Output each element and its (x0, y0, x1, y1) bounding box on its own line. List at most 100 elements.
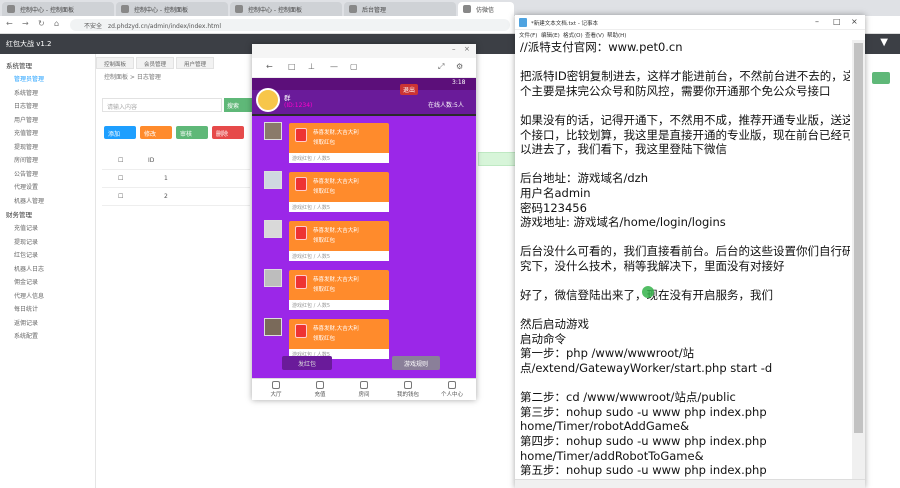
notepad-text-area[interactable]: //派特支付官网：www.pet0.cn 把派特ID密钥复制进去，这样才能进前台，… (520, 40, 850, 480)
admin-tab[interactable]: 会员管理 (136, 57, 174, 69)
search-input[interactable]: 请输入内容 (102, 98, 222, 112)
close-icon[interactable]: × (851, 17, 858, 26)
text-line: 启动命令 (520, 331, 566, 346)
phone-nav-tab[interactable]: 我的钱包 (388, 381, 428, 398)
sidebar-item[interactable]: 提现记录 (14, 237, 38, 246)
sidebar-item[interactable]: 每日统计 (14, 304, 38, 313)
sidebar-item[interactable]: 代理人信息 (14, 291, 44, 300)
menu-help[interactable]: 帮助(H) (607, 31, 626, 39)
phone-nav-tab[interactable]: 房间 (344, 381, 384, 398)
sidebar-item[interactable]: 公告管理 (14, 169, 38, 178)
red-packet-title: 恭喜发财,大吉大利 (313, 179, 359, 185)
sidebar-item[interactable]: 返佣记录 (14, 318, 38, 327)
add-button[interactable]: 添加 (104, 126, 136, 139)
right-action-button[interactable] (872, 72, 890, 84)
text-line: 用户名admin (520, 185, 591, 200)
browser-tab[interactable]: 控制中心 - 控制面板 (230, 2, 342, 16)
online-count: 在线人数:5人 (428, 102, 464, 109)
send-redpacket-button[interactable]: 发红包 (282, 356, 332, 370)
sidebar-item[interactable]: 日志管理 (14, 101, 38, 110)
sidebar-item[interactable]: 机器人管理 (14, 196, 44, 205)
red-envelope-icon (295, 324, 307, 338)
reload-icon[interactable]: ↻ (38, 19, 45, 28)
forward-icon[interactable]: → (22, 19, 29, 28)
exit-button[interactable]: 退出 (400, 84, 419, 95)
sidebar-item[interactable]: 用户管理 (14, 115, 38, 124)
menu-view[interactable]: 查看(V) (585, 31, 604, 39)
delete-button[interactable]: 删除 (212, 126, 244, 139)
red-packet-title: 恭喜发财,大吉大利 (313, 277, 359, 283)
menu-toggle-icon[interactable]: ▼ (880, 37, 888, 48)
browser-tab-active[interactable]: 仿微信 (458, 2, 514, 16)
tab-favicon-icon (121, 5, 129, 13)
text-line: 后台没什么可看的，我们直接看前台。后台的这些设置你们自行研 (520, 244, 850, 259)
sidebar-item[interactable]: 佣金记录 (14, 277, 38, 286)
sidebar-item[interactable]: 代理设置 (14, 182, 38, 191)
text-line: 后台地址：游戏域名/dzh (520, 171, 648, 186)
minimize-icon[interactable]: – (452, 45, 456, 53)
sidebar-item[interactable]: 机器人日志 (14, 264, 44, 273)
close-icon[interactable]: × (464, 45, 470, 53)
red-packet-message[interactable]: 恭喜发财,大吉大利 领取红包 游戏红包 / 人数5 (289, 123, 389, 163)
security-label: 不安全 (84, 23, 103, 30)
sidebar-item[interactable]: 房间管理 (14, 155, 38, 164)
browser-tab[interactable]: 控制中心 - 控制面板 (2, 2, 114, 16)
sidebar-item[interactable]: 管理员管理 (14, 74, 44, 83)
text-line: 究下，没什么技术，稍等我解决下，里面没有对接好 (520, 258, 785, 273)
menu-edit[interactable]: 编辑(E) (541, 31, 560, 39)
audit-button[interactable]: 审核 (176, 126, 208, 139)
pin-icon[interactable]: ⊥ (308, 62, 315, 71)
sidebar-item[interactable]: 系统配置 (14, 331, 38, 340)
menu-file[interactable]: 文件(F) (519, 31, 537, 39)
room-name: 群 (284, 94, 291, 102)
sidebar-item[interactable]: 充值管理 (14, 128, 38, 137)
nav-tab-label: 我的钱包 (396, 392, 419, 398)
stop-icon[interactable]: □ (288, 62, 296, 71)
text-line (520, 230, 850, 245)
url-input[interactable]: 不安全 zd.phdzyd.cn/admin/index/index.html (70, 19, 510, 31)
menu-format[interactable]: 格式(O) (563, 31, 583, 39)
settings-icon[interactable]: ⚙ (456, 62, 463, 71)
back-icon[interactable]: ← (6, 19, 13, 28)
checkbox[interactable]: ☐ (118, 157, 123, 164)
search-button[interactable]: 搜索 (224, 98, 254, 112)
browser-tab[interactable]: 控制中心 - 控制面板 (116, 2, 228, 16)
text-line (520, 55, 850, 70)
scrollbar-thumb[interactable] (854, 43, 863, 433)
square-icon[interactable]: ▢ (350, 62, 358, 71)
checkbox[interactable]: ☐ (118, 175, 123, 182)
maximize-icon[interactable]: □ (833, 17, 841, 26)
table-row[interactable]: ☐ 2 (102, 188, 250, 206)
expand-icon[interactable]: ⤢ (438, 62, 444, 72)
browser-tab[interactable]: 后台管理 (344, 2, 456, 16)
sidebar-item[interactable]: 充值记录 (14, 223, 38, 232)
red-packet-message[interactable]: 恭喜发财,大吉大利 领取红包 游戏红包 / 人数5 (289, 172, 389, 212)
sidebar-item[interactable]: 红包记录 (14, 250, 38, 259)
home-icon[interactable]: ⌂ (54, 19, 59, 28)
phone-nav-tab[interactable]: 大厅 (256, 381, 296, 398)
sidebar-item[interactable]: 系统管理 (14, 88, 38, 97)
sidebar-group[interactable]: 系统管理 (6, 60, 32, 70)
text-line: 第一步：php /www/wwwroot/站 (520, 346, 695, 361)
phone-nav-tab[interactable]: 个人中心 (432, 381, 472, 398)
phone-nav-tab[interactable]: 充值 (300, 381, 340, 398)
game-rules-button[interactable]: 游戏规则 (392, 356, 440, 370)
mouse-cursor-highlight (642, 286, 654, 298)
table-row[interactable]: ☐ 1 (102, 170, 250, 188)
admin-tab[interactable]: 控制面板 (96, 57, 134, 69)
sidebar-item[interactable]: 提现管理 (14, 142, 38, 151)
room-logo-icon (256, 88, 280, 112)
checkbox[interactable]: ☐ (118, 193, 123, 200)
user-avatar (264, 220, 282, 238)
back-icon[interactable]: ← (266, 62, 273, 71)
admin-tab[interactable]: 用户管理 (176, 57, 214, 69)
minimize-icon[interactable]: – (815, 17, 819, 26)
sidebar-group[interactable]: 财务管理 (6, 209, 32, 219)
red-packet-message[interactable]: 恭喜发财,大吉大利 领取红包 游戏红包 / 人数5 (289, 319, 389, 359)
nav-tab-label: 个人中心 (440, 392, 463, 398)
notepad-titlebar: *新建文本文档.txt - 记事本 – □ × (515, 15, 865, 30)
red-packet-message[interactable]: 恭喜发财,大吉大利 领取红包 游戏红包 / 人数5 (289, 270, 389, 310)
red-packet-message[interactable]: 恭喜发财,大吉大利 领取红包 游戏红包 / 人数5 (289, 221, 389, 261)
minus-icon[interactable]: — (330, 62, 338, 71)
edit-button[interactable]: 修改 (140, 126, 172, 139)
